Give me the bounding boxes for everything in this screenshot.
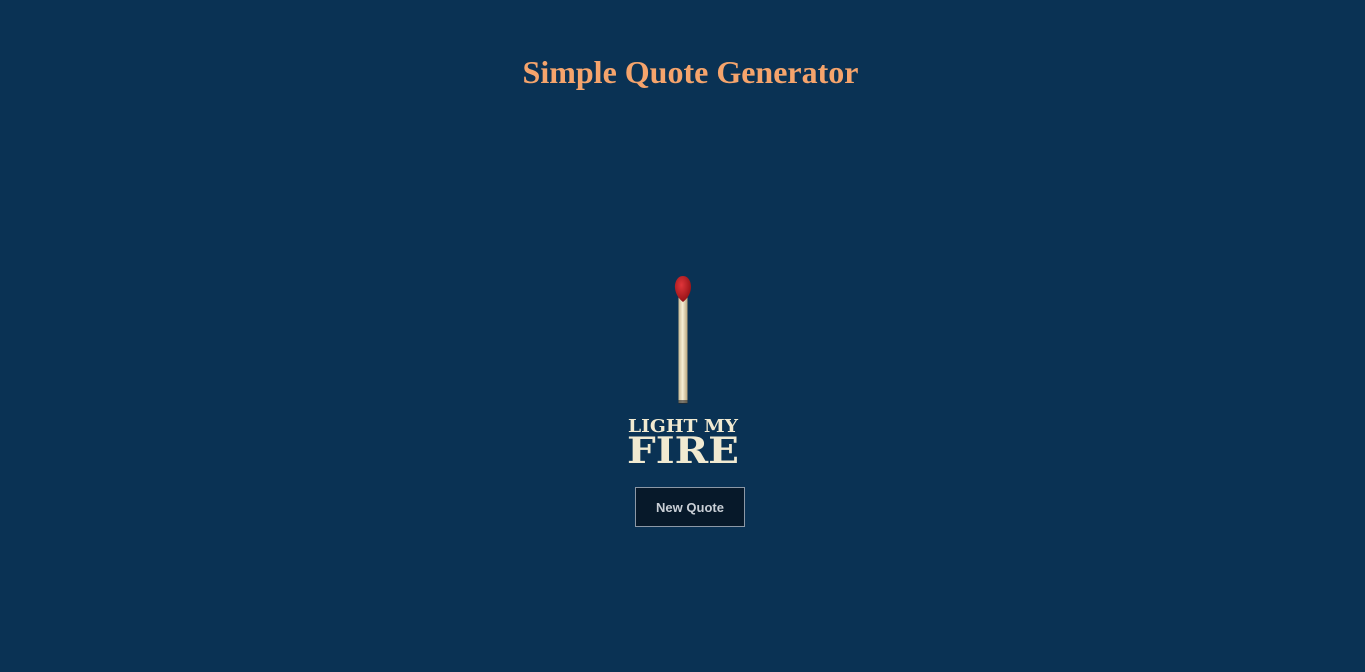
matchstick-icon <box>674 276 692 404</box>
logo-text-line2: FIRE <box>627 430 739 470</box>
new-quote-button[interactable]: New Quote <box>635 487 745 527</box>
page-title: Simple Quote Generator <box>522 54 859 90</box>
light-my-fire-logo: LIGHT MY FIRE <box>627 276 739 470</box>
